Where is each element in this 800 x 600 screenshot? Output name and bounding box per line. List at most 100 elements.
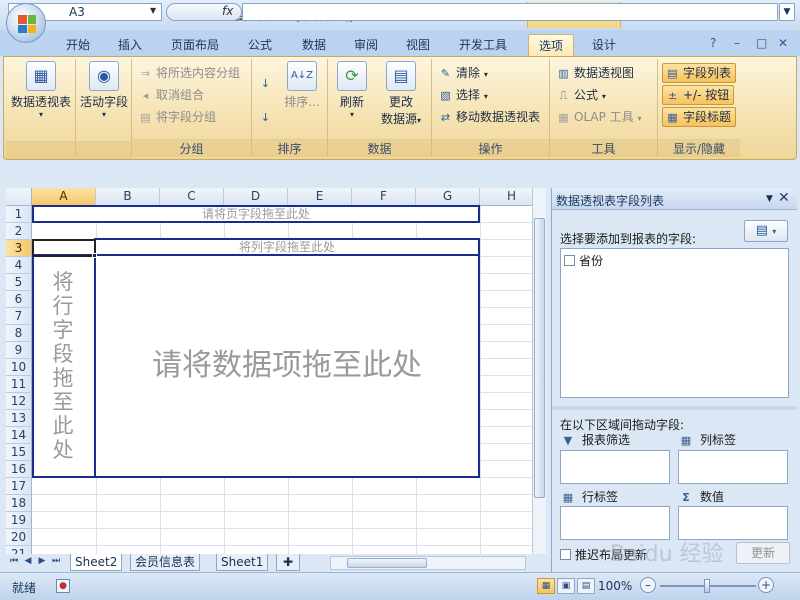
- active-cell[interactable]: [32, 239, 96, 257]
- group-selection-button[interactable]: ⇒ 将所选内容分组: [138, 63, 240, 83]
- tab-formulas[interactable]: 公式: [240, 34, 280, 56]
- sheet-tab-members[interactable]: 会员信息表: [130, 554, 201, 571]
- column-header[interactable]: D: [224, 188, 288, 206]
- zoom-in-button[interactable]: +: [758, 577, 774, 593]
- column-header[interactable]: E: [288, 188, 352, 206]
- select-all-corner[interactable]: [6, 188, 32, 206]
- tab-insert[interactable]: 插入: [110, 34, 150, 56]
- row-header[interactable]: 2: [6, 223, 32, 240]
- sheet-tab-sheet1[interactable]: Sheet1: [216, 554, 269, 571]
- pane-close-icon[interactable]: ✕: [778, 190, 790, 206]
- column-header[interactable]: C: [160, 188, 224, 206]
- first-sheet-icon[interactable]: ⏮: [8, 556, 20, 566]
- row-header[interactable]: 18: [6, 495, 32, 512]
- row-header[interactable]: 17: [6, 478, 32, 495]
- update-button[interactable]: 更新: [736, 542, 790, 564]
- row-header[interactable]: 20: [6, 529, 32, 546]
- tab-options[interactable]: 选项: [528, 34, 574, 56]
- olap-tools-button[interactable]: ▦ OLAP 工具 ▾: [556, 107, 641, 127]
- ribbon-restore-button[interactable]: □: [756, 36, 767, 50]
- sheet-tab-sheet2[interactable]: Sheet2: [70, 554, 123, 571]
- field-list-toggle[interactable]: ▤ 字段列表: [662, 63, 737, 83]
- row-header[interactable]: 8: [6, 325, 32, 342]
- worksheet-grid[interactable]: A B C D E F G H 1 2 3 4 5 6 7 8 9 10 11 …: [6, 188, 546, 554]
- sort-descending-button[interactable]: ↓: [258, 107, 276, 127]
- page-layout-view-button[interactable]: ▣: [557, 578, 575, 594]
- row-header[interactable]: 10: [6, 359, 32, 376]
- fill-handle[interactable]: [92, 253, 97, 258]
- row-header[interactable]: 7: [6, 308, 32, 325]
- pivot-data-drop-zone[interactable]: 请将数据项拖至此处: [94, 254, 480, 478]
- column-header[interactable]: B: [96, 188, 160, 206]
- filter-drop-box[interactable]: [560, 450, 670, 484]
- last-sheet-icon[interactable]: ⏭: [50, 556, 62, 566]
- tab-page-layout[interactable]: 页面布局: [164, 34, 226, 56]
- layout-options-button[interactable]: ▤ ▾: [744, 220, 788, 242]
- zoom-out-button[interactable]: –: [640, 577, 656, 593]
- vertical-scrollbar[interactable]: [532, 188, 546, 554]
- tab-home[interactable]: 开始: [58, 34, 98, 56]
- zoom-level[interactable]: 100%: [598, 579, 632, 593]
- column-header[interactable]: F: [352, 188, 416, 206]
- formulas-button[interactable]: ⎍ 公式 ▾: [556, 85, 606, 105]
- field-item-province[interactable]: 省份: [564, 252, 603, 269]
- change-source-button[interactable]: ▤ 更改 数据源▾: [374, 61, 428, 127]
- prev-sheet-icon[interactable]: ◀: [22, 556, 34, 566]
- pivot-page-drop-zone[interactable]: 请将页字段拖至此处: [32, 205, 480, 223]
- normal-view-button[interactable]: ▦: [537, 578, 555, 594]
- pivot-row-drop-zone[interactable]: 将行字段拖至此处: [32, 254, 96, 478]
- tab-review[interactable]: 审阅: [346, 34, 386, 56]
- help-icon[interactable]: ?: [710, 36, 716, 50]
- row-header[interactable]: 11: [6, 376, 32, 393]
- sort-button[interactable]: A↓Z 排序...: [280, 61, 324, 110]
- pivottable-button[interactable]: ▦ 数据透视表 ▾: [10, 61, 72, 119]
- insert-function-icon[interactable]: fx: [222, 4, 233, 18]
- column-header[interactable]: G: [416, 188, 480, 206]
- pane-splitter[interactable]: [552, 406, 797, 410]
- row-header[interactable]: 15: [6, 444, 32, 461]
- zoom-slider-thumb[interactable]: [704, 579, 710, 593]
- rows-drop-box[interactable]: [560, 506, 670, 540]
- sort-ascending-button[interactable]: ↓: [258, 73, 276, 93]
- row-header[interactable]: 19: [6, 512, 32, 529]
- row-header[interactable]: 13: [6, 410, 32, 427]
- row-header[interactable]: 14: [6, 427, 32, 444]
- ribbon-minimize-button[interactable]: –: [734, 36, 740, 50]
- scroll-thumb[interactable]: [534, 218, 545, 498]
- row-header[interactable]: 6: [6, 291, 32, 308]
- select-button[interactable]: ▧ 选择 ▾: [438, 85, 488, 105]
- page-break-view-button[interactable]: ▤: [577, 578, 595, 594]
- row-header[interactable]: 21: [6, 546, 32, 554]
- scroll-thumb[interactable]: [347, 558, 427, 568]
- formula-expand-icon[interactable]: ▼: [779, 3, 795, 21]
- tab-design[interactable]: 设计: [584, 34, 624, 56]
- refresh-button[interactable]: ⟳ 刷新 ▾: [332, 61, 372, 119]
- columns-drop-box[interactable]: [678, 450, 788, 484]
- row-header[interactable]: 5: [6, 274, 32, 291]
- insert-sheet-icon[interactable]: ✚: [276, 554, 300, 571]
- horizontal-scrollbar[interactable]: [330, 556, 526, 570]
- name-box-dropdown-icon[interactable]: ▼: [150, 6, 156, 15]
- office-button[interactable]: [6, 3, 46, 43]
- row-header[interactable]: 3: [6, 240, 32, 257]
- formula-input[interactable]: [242, 3, 778, 21]
- ribbon-close-button[interactable]: ✕: [778, 36, 788, 50]
- row-header[interactable]: 9: [6, 342, 32, 359]
- ungroup-button[interactable]: ◂ 取消组合: [138, 85, 204, 105]
- field-checkbox[interactable]: [564, 255, 575, 266]
- next-sheet-icon[interactable]: ▶: [36, 556, 48, 566]
- column-header[interactable]: A: [32, 188, 96, 206]
- clear-button[interactable]: ✎ 清除 ▾: [438, 63, 488, 83]
- pane-options-dropdown-icon[interactable]: ▼: [766, 194, 773, 204]
- pivot-chart-button[interactable]: ▥ 数据透视图: [556, 63, 634, 83]
- tab-developer[interactable]: 开发工具: [452, 34, 514, 56]
- plus-minus-buttons-toggle[interactable]: ± +/- 按钮: [662, 85, 735, 105]
- active-field-button[interactable]: ◉ 活动字段 ▾: [78, 61, 130, 119]
- row-header[interactable]: 1: [6, 206, 32, 223]
- macro-record-icon[interactable]: ●: [56, 579, 70, 593]
- defer-update-checkbox[interactable]: [560, 549, 571, 560]
- values-drop-box[interactable]: [678, 506, 788, 540]
- move-pivottable-button[interactable]: ⇄ 移动数据透视表: [438, 107, 540, 127]
- group-field-button[interactable]: ▤ 将字段分组: [138, 107, 216, 127]
- tab-data[interactable]: 数据: [294, 34, 334, 56]
